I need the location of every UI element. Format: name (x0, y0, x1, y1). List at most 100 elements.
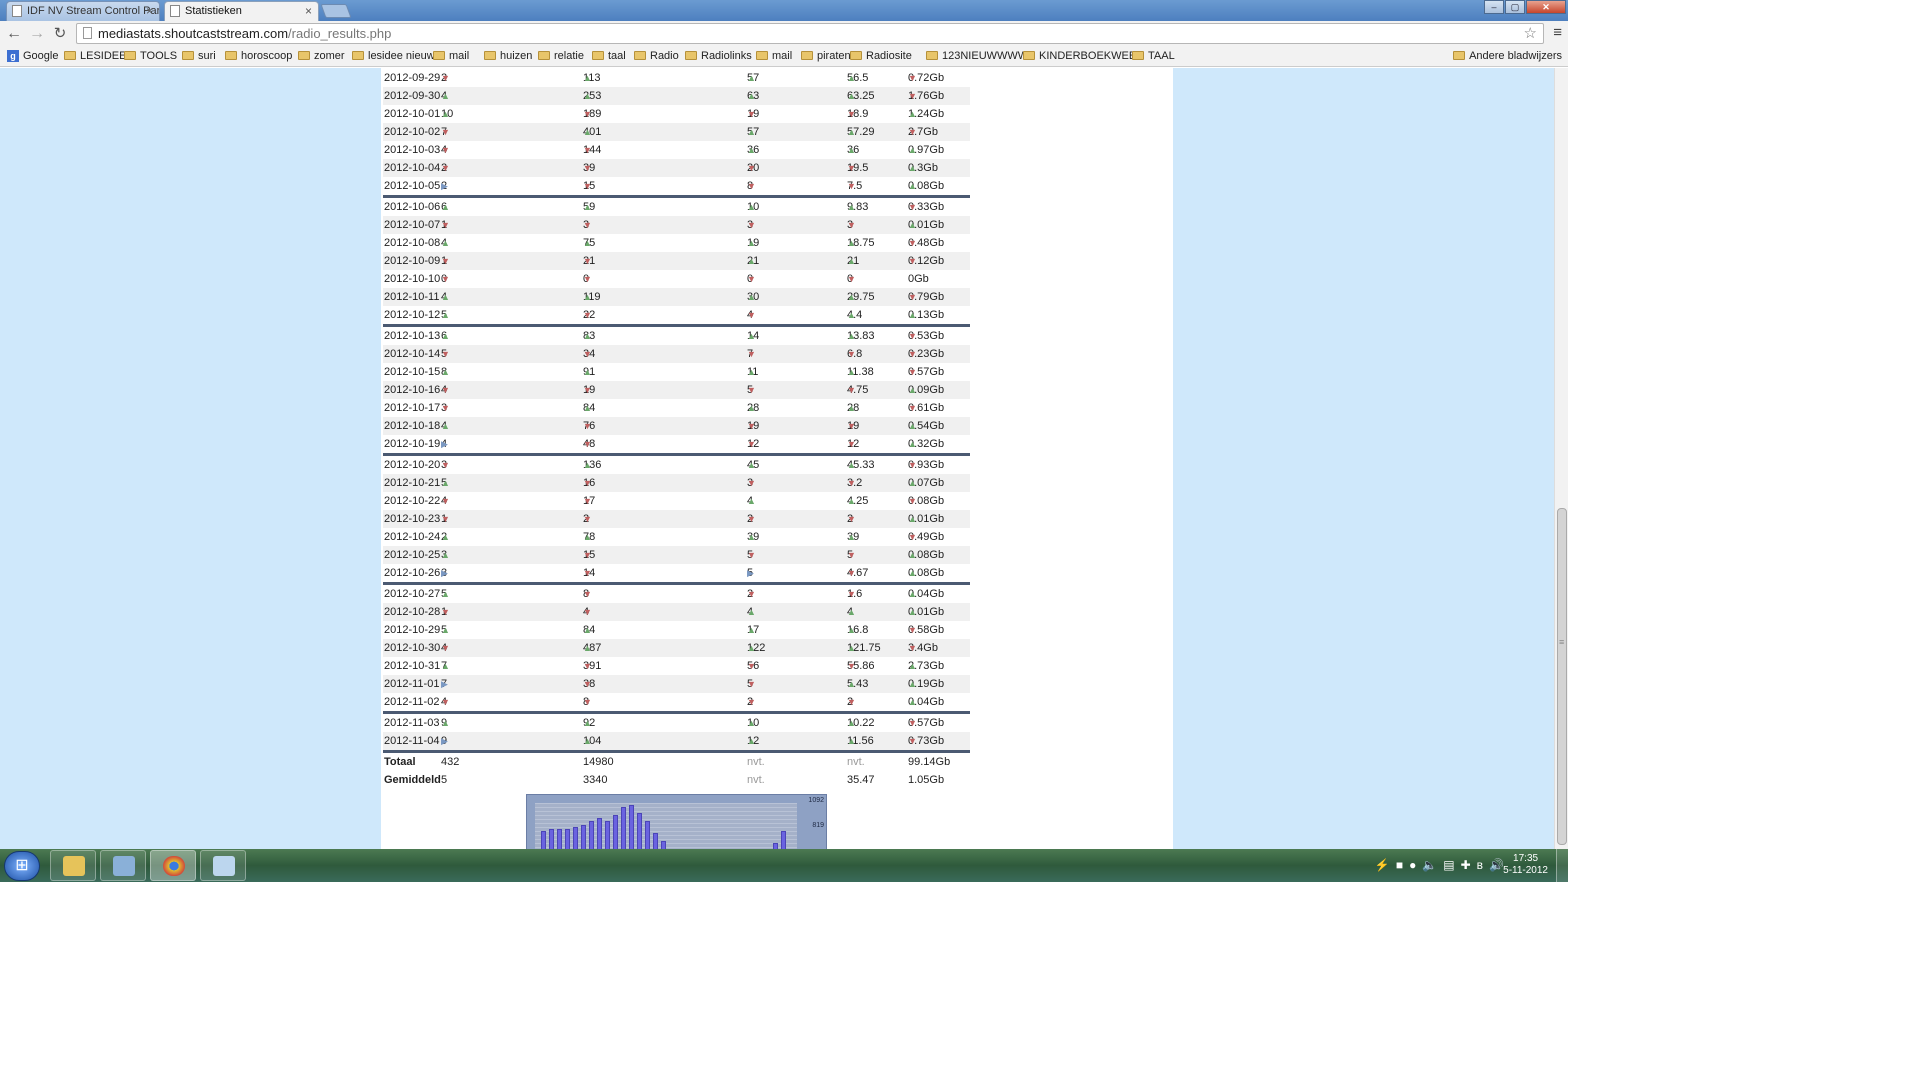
trend-down-icon: ▼ (583, 385, 592, 395)
taskbar-app[interactable] (100, 850, 146, 881)
bookmark-star-icon[interactable]: ☆ (1524, 24, 1537, 42)
minimize-button[interactable]: – (1484, 0, 1504, 14)
trend-down-icon: ▼ (747, 478, 756, 488)
value-cell: ▼ 0 (441, 270, 450, 288)
network-icon[interactable]: ▤ (1443, 858, 1454, 872)
summary-sessions: 3340 (583, 774, 608, 786)
folder-icon (926, 51, 938, 60)
volume-icon[interactable]: 🔊 (1489, 858, 1504, 872)
value-cell: ▼ 0.49Gb (908, 528, 944, 546)
value-cell: ▲ 29.75 (847, 288, 875, 306)
vertical-scrollbar[interactable]: ≡ (1554, 68, 1568, 849)
value-cell: ▼ 2 (847, 693, 856, 711)
trend-up-icon: ▲ (441, 109, 450, 119)
bookmark-folder[interactable]: suri (182, 50, 216, 62)
chart-bar (589, 821, 594, 849)
chart-bar (653, 833, 658, 849)
bookmark-folder[interactable]: LESIDEE (64, 50, 126, 62)
date-cell: 2012-10-14 (384, 348, 441, 360)
trend-down-icon: ▼ (441, 643, 450, 653)
chart-bar (541, 831, 546, 849)
chart-y-label: 819 (812, 822, 824, 829)
trend-down-icon: ▼ (908, 643, 917, 653)
maximize-button[interactable]: ▢ (1505, 0, 1525, 14)
summary-listeners: 432 (441, 756, 460, 768)
trend-down-icon: ▼ (583, 496, 592, 506)
bookmark-folder[interactable]: taal (592, 50, 626, 62)
value-cell: ▲ 14 (747, 327, 759, 345)
scrollbar-thumb[interactable]: ≡ (1557, 508, 1567, 845)
clock[interactable]: 17:35 5-11-2012 (1503, 853, 1548, 877)
forward-arrow-icon[interactable]: → (27, 24, 47, 44)
trend-down-icon: ▼ (847, 349, 856, 359)
bookmark-folder[interactable]: zomer (298, 50, 345, 62)
bluetooth-icon[interactable]: ʙ (1477, 858, 1483, 872)
bookmark-google[interactable]: g Google (7, 50, 58, 62)
value-cell: ▼ 8 (583, 585, 592, 603)
close-window-button[interactable]: ✕ (1526, 0, 1566, 14)
new-tab-button[interactable] (320, 4, 352, 18)
reload-icon[interactable]: ↻ (50, 24, 70, 44)
taskbar-notepad[interactable] (200, 850, 246, 881)
value-cell: ▼ 21 (583, 252, 595, 270)
table-row: 2012-10-05 ▶ 2 ▼ 15 ▼ 8 ▼ 7.5 ▲ 0.08Gb (383, 177, 970, 195)
trend-down-icon: ▼ (583, 310, 592, 320)
address-bar[interactable]: mediastats.shoutcaststream.com/radio_res… (76, 23, 1544, 44)
trend-up-icon: ▲ (908, 589, 917, 599)
date-cell: 2012-10-19 (384, 438, 441, 450)
bookmark-folder[interactable]: piraten (801, 50, 851, 62)
value-cell: ▲ 39 (747, 528, 759, 546)
tray-icon[interactable]: ✚ (1461, 858, 1471, 872)
close-tab-icon[interactable]: × (146, 2, 153, 21)
value-cell: ▲ 8 (441, 363, 450, 381)
menu-icon[interactable]: ≡ (1553, 24, 1562, 41)
bookmark-folder[interactable]: TOOLS (124, 50, 177, 62)
bookmark-folder[interactable]: relatie (538, 50, 584, 62)
tray-icon[interactable]: ● (1409, 858, 1416, 872)
value-cell: ▲ 0.09Gb (908, 381, 944, 399)
date-cell: 2012-10-20 (384, 459, 441, 471)
value-cell: ▼ 4.67 (847, 564, 868, 582)
value-cell: ▼ 0.58Gb (908, 621, 944, 639)
bookmark-folder[interactable]: TAAL (1132, 50, 1175, 62)
other-bookmarks[interactable]: Andere bladwijzers (1453, 50, 1562, 62)
trend-down-icon: ▼ (441, 349, 450, 359)
bookmark-folder[interactable]: huizen (484, 50, 532, 62)
bookmark-folder[interactable]: 123NIEUWWWW (926, 50, 1028, 62)
value-cell: ▼ 0.72Gb (908, 69, 944, 87)
trend-up-icon: ▲ (747, 145, 756, 155)
close-tab-icon[interactable]: × (305, 2, 312, 21)
value-cell: ▼ 12 (847, 435, 859, 453)
table-row: 2012-10-29 ▲ 5 ▲ 84 ▲ 17 ▲ 16.8 ▼ 0.58Gb (383, 621, 970, 639)
value-cell: ▲ 0.13Gb (908, 306, 944, 324)
bookmark-folder[interactable]: horoscoop (225, 50, 292, 62)
tray-icon[interactable]: ⚡ (1375, 858, 1390, 872)
trend-up-icon: ▲ (441, 718, 450, 728)
trend-down-icon: ▼ (583, 109, 592, 119)
taskbar-explorer[interactable] (50, 850, 96, 881)
summary-listeners: 5 (441, 774, 448, 786)
value-cell: ▲ 45.33 (847, 456, 875, 474)
bookmark-folder[interactable]: Radio (634, 50, 679, 62)
back-arrow-icon[interactable]: ← (4, 24, 24, 44)
start-button[interactable]: ⊞ (4, 851, 40, 881)
tray-icon[interactable]: ■ (1396, 858, 1403, 872)
value-cell: ▲ 0.07Gb (908, 474, 944, 492)
bookmark-folder[interactable]: KINDERBOEKWEEK (1023, 50, 1144, 62)
bookmark-folder[interactable]: mail (756, 50, 792, 62)
show-desktop-button[interactable] (1556, 849, 1568, 882)
value-cell: ▼ 0 (847, 270, 856, 288)
taskbar-chrome[interactable] (150, 850, 196, 881)
bookmark-folder[interactable]: mail (433, 50, 469, 62)
speaker-icon[interactable]: 🔈 (1422, 858, 1437, 872)
trend-up-icon: ▲ (747, 625, 756, 635)
trend-up-icon: ▲ (908, 421, 917, 431)
bookmark-folder[interactable]: Radiosite (850, 50, 912, 62)
tab-statistieken[interactable]: Statistieken × (164, 1, 319, 21)
bookmark-folder[interactable]: lesidee nieuw (352, 50, 435, 62)
trend-up-icon: ▲ (441, 202, 450, 212)
bookmark-folder[interactable]: Radiolinks (685, 50, 752, 62)
tab-stream-control[interactable]: IDF NV Stream Control Par × (6, 1, 160, 21)
average-row: Gemiddeld 5 3340 nvt. 35.47 1.05Gb (383, 771, 970, 789)
trend-up-icon: ▲ (583, 403, 592, 413)
